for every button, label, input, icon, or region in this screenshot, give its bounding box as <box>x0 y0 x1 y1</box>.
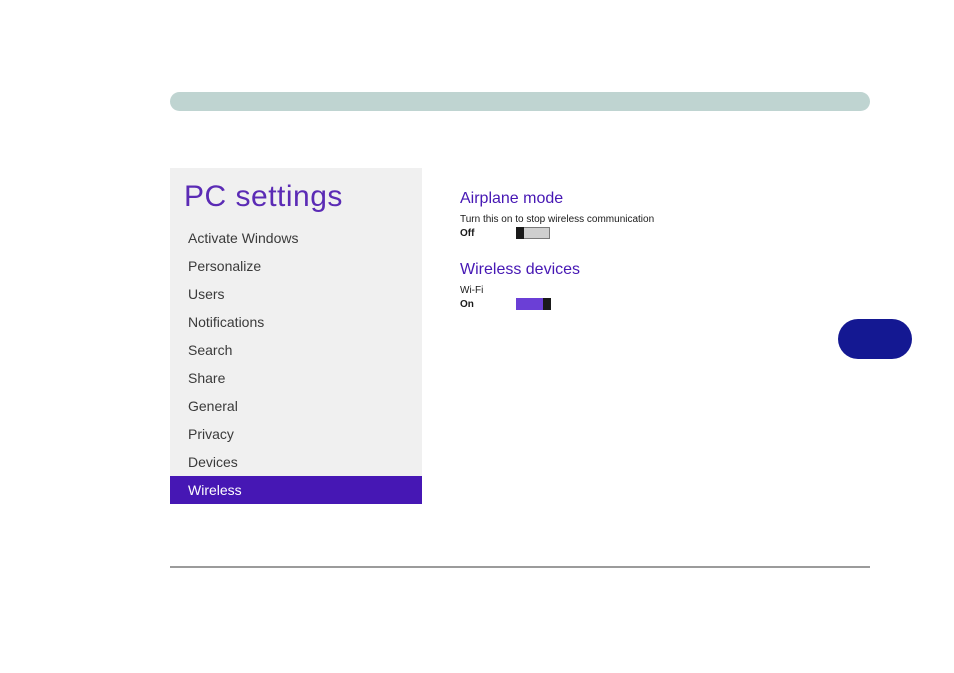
sidebar-item-label: Notifications <box>188 314 264 330</box>
airplane-mode-toggle[interactable] <box>516 227 550 239</box>
sidebar-item-label: Privacy <box>188 426 234 442</box>
sidebar-item-wireless[interactable]: Wireless <box>170 476 422 504</box>
sidebar-item-privacy[interactable]: Privacy <box>170 420 422 448</box>
sidebar-item-users[interactable]: Users <box>170 280 422 308</box>
side-badge <box>838 319 912 359</box>
sidebar-item-search[interactable]: Search <box>170 336 422 364</box>
sidebar-item-activate-windows[interactable]: Activate Windows <box>170 224 422 252</box>
top-bar <box>170 92 870 111</box>
sidebar-item-label: Users <box>188 286 225 302</box>
wifi-toggle[interactable] <box>516 298 550 310</box>
sidebar-item-notifications[interactable]: Notifications <box>170 308 422 336</box>
sidebar-item-label: General <box>188 398 238 414</box>
sidebar-item-label: Wireless <box>188 482 242 498</box>
sidebar-item-label: Search <box>188 342 232 358</box>
airplane-mode-heading: Airplane mode <box>460 190 840 208</box>
airplane-state-label: Off <box>460 228 480 239</box>
airplane-mode-section: Airplane mode Turn this on to stop wirel… <box>460 190 840 239</box>
toggle-handle <box>543 298 551 310</box>
sidebar-item-general[interactable]: General <box>170 392 422 420</box>
toggle-handle <box>516 227 524 239</box>
sidebar-item-label: Personalize <box>188 258 261 274</box>
page-title: PC settings <box>170 168 422 224</box>
sidebar-item-label: Activate Windows <box>188 230 298 246</box>
sidebar-item-personalize[interactable]: Personalize <box>170 252 422 280</box>
wifi-state-label: On <box>460 299 480 310</box>
sidebar-item-label: Devices <box>188 454 238 470</box>
sidebar-item-label: Share <box>188 370 225 386</box>
sidebar: PC settings Activate Windows Personalize… <box>170 168 422 502</box>
sidebar-item-share[interactable]: Share <box>170 364 422 392</box>
wireless-devices-section: Wireless devices Wi-Fi On <box>460 261 840 310</box>
sidebar-item-devices[interactable]: Devices <box>170 448 422 476</box>
content-pane: Airplane mode Turn this on to stop wirel… <box>460 190 840 332</box>
airplane-toggle-row: Off <box>460 227 840 239</box>
bottom-divider <box>170 566 870 568</box>
airplane-mode-description: Turn this on to stop wireless communicat… <box>460 214 840 225</box>
wifi-device-label: Wi-Fi <box>460 285 840 296</box>
wifi-toggle-row: On <box>460 298 840 310</box>
pc-settings-window: PC settings Activate Windows Personalize… <box>170 168 870 568</box>
wireless-devices-heading: Wireless devices <box>460 261 840 279</box>
